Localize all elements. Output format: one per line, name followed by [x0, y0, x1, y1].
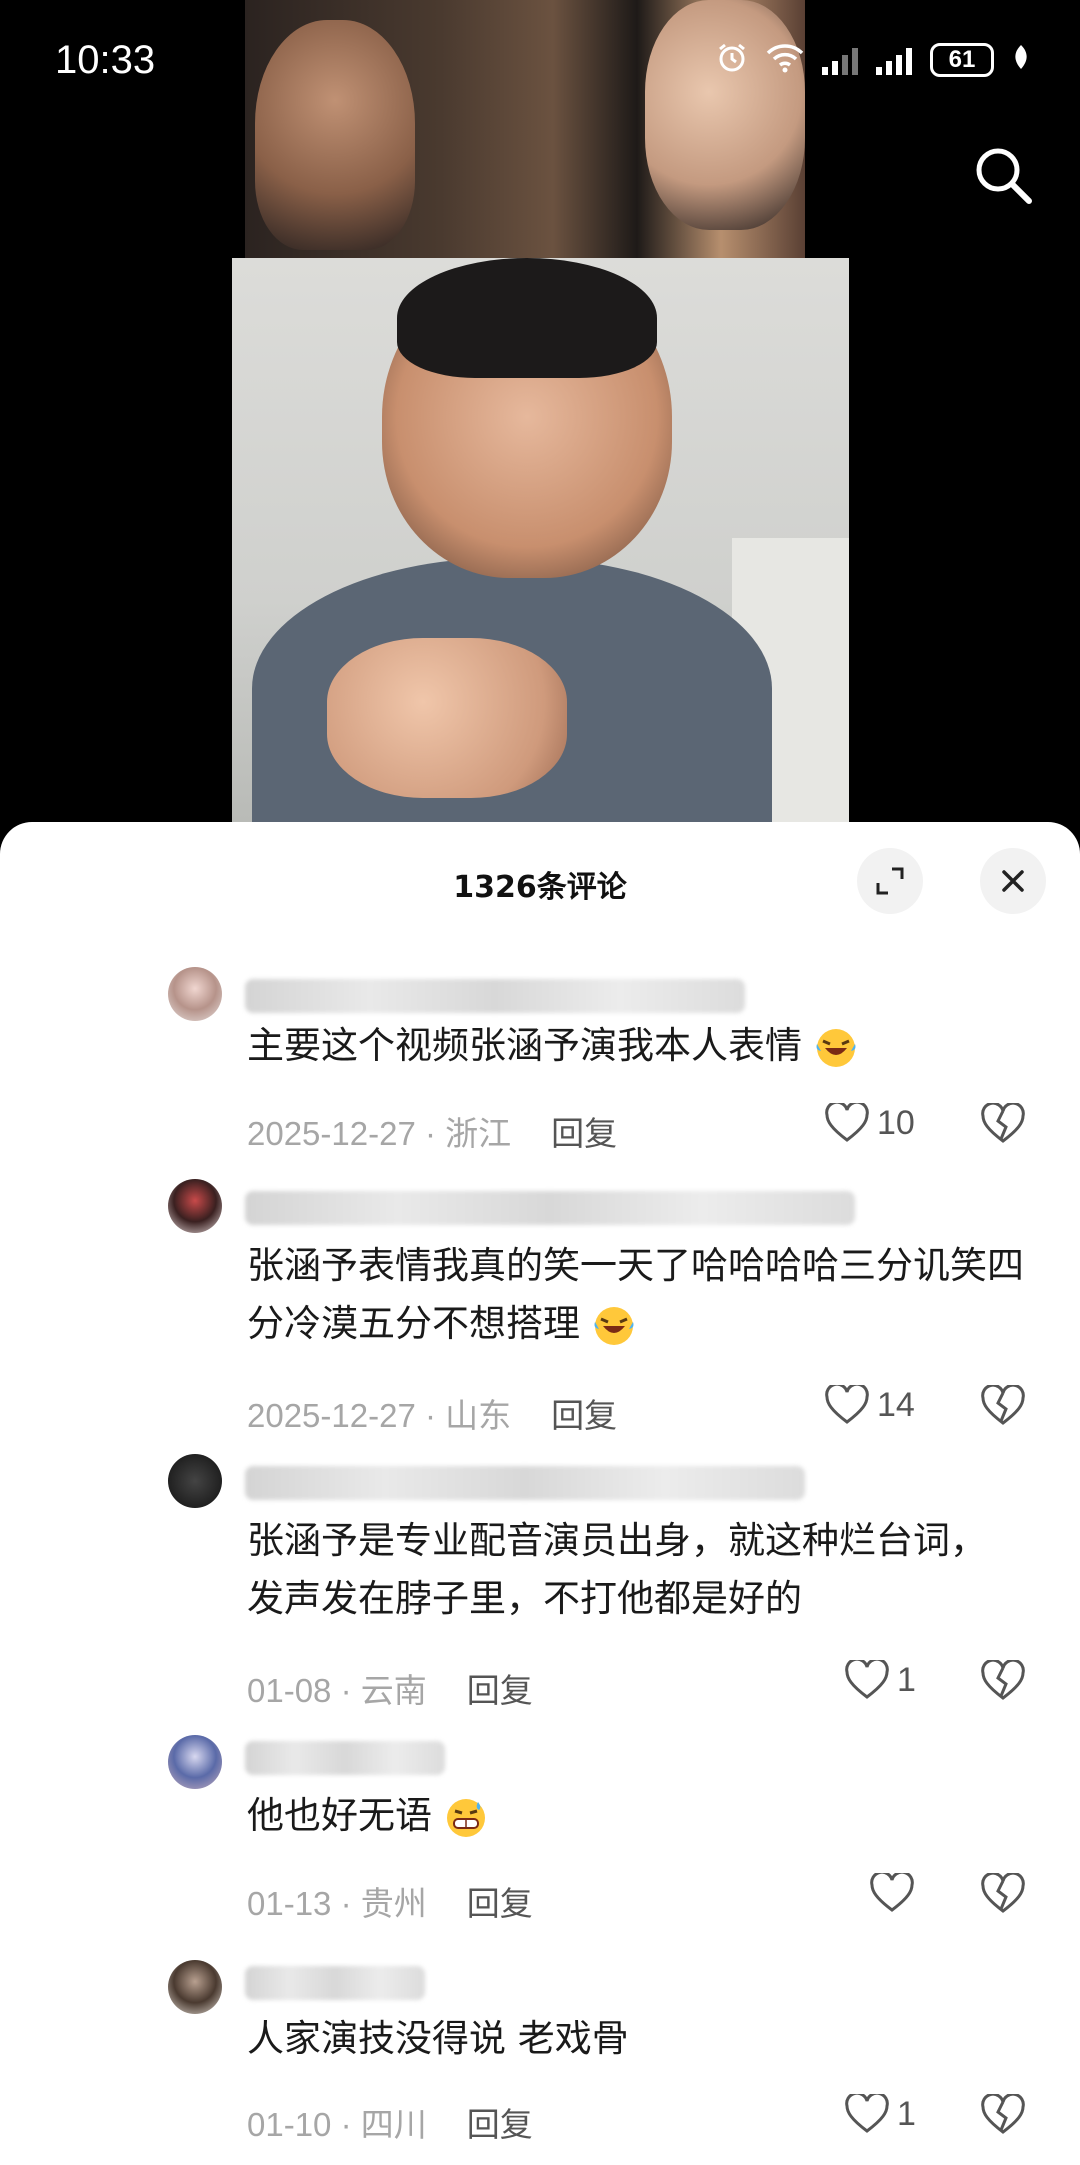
- comment-location: 浙江: [445, 1115, 512, 1152]
- comment-location: 山东: [445, 1397, 512, 1434]
- battery-icon: 61: [930, 43, 994, 77]
- username-blurred[interactable]: [245, 1191, 855, 1225]
- reply-button[interactable]: 回复: [467, 1885, 533, 1922]
- comment-text: 主要这个视频张涵予演我本人表情: [247, 1017, 1047, 1075]
- expand-icon: [876, 867, 904, 895]
- comment-meta: 01-10 · 四川 回复: [247, 2106, 533, 2143]
- like-count: 1: [897, 1660, 916, 1699]
- laughing-crying-emoji-icon: [816, 1028, 856, 1067]
- avatar[interactable]: [168, 1454, 222, 1508]
- leaf-icon: [1012, 44, 1030, 76]
- person-hair: [397, 258, 657, 378]
- broken-heart-icon: [981, 1871, 1025, 1913]
- wifi-icon: [766, 43, 804, 77]
- reply-button[interactable]: 回复: [551, 1397, 617, 1434]
- username-blurred[interactable]: [245, 1966, 425, 2000]
- reply-button[interactable]: 回复: [467, 1672, 533, 1709]
- broken-heart-icon: [981, 1658, 1025, 1700]
- broken-heart-icon: [981, 1383, 1025, 1425]
- comment-date: 01-10: [247, 2106, 332, 2143]
- reply-button[interactable]: 回复: [467, 2106, 533, 2143]
- dislike-button[interactable]: [980, 1658, 1026, 1706]
- dislike-button[interactable]: [980, 1871, 1026, 1919]
- avatar[interactable]: [168, 1735, 222, 1789]
- reply-button[interactable]: 回复: [551, 1115, 617, 1152]
- laughing-crying-emoji-icon: [594, 1306, 634, 1345]
- like-button[interactable]: 10: [825, 1103, 915, 1143]
- video-player[interactable]: [0, 0, 1080, 830]
- heart-icon: [870, 1873, 914, 1912]
- like-count: 10: [877, 1103, 915, 1142]
- comment-meta: 01-13 · 贵州 回复: [247, 1885, 533, 1922]
- comment-date: 01-13: [247, 1885, 332, 1922]
- avatar[interactable]: [168, 1179, 222, 1233]
- comment-meta: 2025-12-27 · 浙江 回复: [247, 1115, 618, 1152]
- close-button[interactable]: [980, 848, 1046, 914]
- heart-icon: [825, 1103, 869, 1142]
- status-bar: 10:33 61: [0, 0, 1080, 120]
- like-button[interactable]: 14: [825, 1385, 915, 1425]
- expand-button[interactable]: [857, 848, 923, 914]
- username-blurred[interactable]: [245, 1741, 445, 1775]
- heart-icon: [825, 1385, 869, 1424]
- broken-heart-icon: [981, 2092, 1025, 2134]
- comment-location: 贵州: [360, 1885, 427, 1922]
- comment-text: 张涵予是专业配音演员出身，就这种烂台词，发声发在脖子里，不打他都是好的: [247, 1519, 987, 1620]
- signal-icon: [822, 45, 858, 75]
- video-main-frame: [232, 258, 849, 830]
- broken-heart-icon: [981, 1101, 1025, 1143]
- username-blurred[interactable]: [245, 979, 745, 1013]
- alarm-icon: [716, 42, 748, 78]
- comment-location: 四川: [360, 2106, 427, 2143]
- comment-text: 人家演技没得说 老戏骨: [247, 2017, 629, 2060]
- avatar[interactable]: [168, 967, 222, 1021]
- comment-date: 2025-12-27: [247, 1397, 416, 1434]
- comment-text: 他也好无语: [247, 1787, 1047, 1845]
- close-icon: [1002, 870, 1024, 892]
- dislike-button[interactable]: [980, 2092, 1026, 2140]
- search-button[interactable]: [968, 140, 1038, 210]
- dislike-button[interactable]: [980, 1101, 1026, 1149]
- like-count: 14: [877, 1385, 915, 1424]
- search-icon: [976, 148, 1032, 204]
- comment-text: 张涵予表情我真的笑一天了哈哈哈哈三分讥笑四分冷漠五分不想搭理: [247, 1237, 1047, 1353]
- heart-icon: [845, 2094, 889, 2133]
- status-icons: 61: [716, 42, 1030, 78]
- like-button[interactable]: 1: [845, 1660, 916, 1700]
- like-button[interactable]: 1: [845, 2094, 916, 2134]
- comments-panel: 1326条评论 主要这个视频张涵予演我本人表情 2025-12-27 · 浙江回…: [0, 822, 1080, 2165]
- comment-location: 云南: [360, 1672, 427, 1709]
- avatar[interactable]: [168, 1960, 222, 2014]
- comment-meta: 01-08 · 云南 回复: [247, 1672, 533, 1709]
- dislike-button[interactable]: [980, 1383, 1026, 1431]
- comment-meta: 2025-12-27 · 山东 回复: [247, 1397, 618, 1434]
- person-hand: [327, 638, 567, 798]
- comment-date: 2025-12-27: [247, 1115, 416, 1152]
- grin-sweat-emoji-icon: [446, 1798, 485, 1837]
- like-count: 1: [897, 2094, 916, 2133]
- heart-icon: [845, 1660, 889, 1699]
- comment-date: 01-08: [247, 1672, 332, 1709]
- signal-icon: [876, 45, 912, 75]
- status-time: 10:33: [55, 38, 156, 82]
- like-button[interactable]: [870, 1873, 922, 1913]
- username-blurred[interactable]: [245, 1466, 805, 1500]
